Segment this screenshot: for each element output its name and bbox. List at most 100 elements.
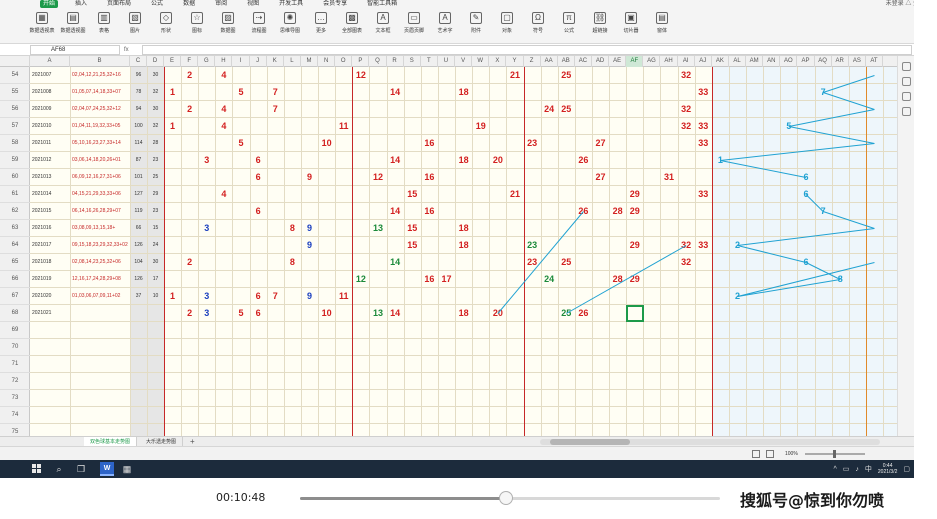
column-header-am[interactable]: AM <box>746 56 764 67</box>
tool-button-20[interactable]: ▤ 窗体 <box>650 10 674 42</box>
tool-button-2[interactable]: ▥ 表格 <box>92 10 116 42</box>
ball-number[interactable]: 5 <box>229 135 252 152</box>
balls-cell[interactable]: 05,10,16,23,27,33+14 <box>72 135 130 152</box>
column-header-p[interactable]: P <box>352 56 370 67</box>
ball-number[interactable]: 26 <box>572 203 595 220</box>
column-header-l[interactable]: L <box>284 56 301 67</box>
ball-number[interactable]: 21 <box>503 67 526 84</box>
ribbon-tab-5[interactable]: 审阅 <box>212 0 230 8</box>
span-cell[interactable]: 23 <box>147 152 164 169</box>
ball-number[interactable]: 8 <box>829 271 852 288</box>
zoom-slider[interactable] <box>805 450 865 458</box>
ball-number[interactable]: 6 <box>794 254 817 271</box>
ball-number[interactable]: 23 <box>521 237 544 254</box>
sum-cell[interactable] <box>130 390 147 407</box>
ball-number[interactable]: 29 <box>623 237 646 254</box>
active-cell-selection[interactable] <box>626 305 645 322</box>
ball-number[interactable]: 33 <box>692 84 715 101</box>
tool-button-11[interactable]: A 文本框 <box>371 10 395 42</box>
ball-number[interactable]: 1 <box>161 288 184 305</box>
ball-number[interactable]: 2 <box>726 237 749 254</box>
ball-number[interactable]: 18 <box>452 237 475 254</box>
ball-number[interactable]: 14 <box>384 84 407 101</box>
column-header-m[interactable]: M <box>301 56 319 67</box>
ball-number[interactable]: 18 <box>452 84 475 101</box>
column-header-ak[interactable]: AK <box>712 56 729 67</box>
ball-number[interactable]: 25 <box>555 101 578 118</box>
ball-number[interactable]: 6 <box>247 203 270 220</box>
ball-number[interactable]: 29 <box>623 186 646 203</box>
ball-number[interactable]: 13 <box>366 220 389 237</box>
span-cell[interactable]: 24 <box>147 237 164 254</box>
column-header-an[interactable]: AN <box>763 56 781 67</box>
row-header[interactable]: 62 <box>0 203 30 220</box>
row-header[interactable]: 63 <box>0 220 30 237</box>
ball-number[interactable]: 20 <box>486 305 509 322</box>
sum-cell[interactable]: 94 <box>130 101 147 118</box>
ball-number[interactable]: 23 <box>521 135 544 152</box>
sum-cell[interactable] <box>130 339 147 356</box>
column-header-n[interactable]: N <box>318 56 336 67</box>
span-cell[interactable]: 29 <box>147 186 164 203</box>
ball-number[interactable]: 6 <box>247 305 270 322</box>
span-cell[interactable]: 28 <box>147 135 164 152</box>
ball-number[interactable]: 17 <box>435 271 458 288</box>
pointer-icon[interactable] <box>902 62 911 71</box>
column-header-at[interactable]: AT <box>866 56 884 67</box>
period-cell[interactable]: 2021021 <box>32 305 70 322</box>
ball-number[interactable]: 1 <box>161 118 184 135</box>
sum-cell[interactable] <box>130 407 147 424</box>
sum-cell[interactable] <box>130 373 147 390</box>
column-header-w[interactable]: W <box>472 56 490 67</box>
column-header-al[interactable]: AL <box>729 56 747 67</box>
zoom-knob[interactable] <box>833 450 836 458</box>
tool-button-1[interactable]: ▤ 数据透视图 <box>61 10 86 42</box>
sum-cell[interactable] <box>130 322 147 339</box>
sum-cell[interactable]: 101 <box>130 169 147 186</box>
sum-cell[interactable]: 66 <box>130 220 147 237</box>
span-cell[interactable]: 25 <box>147 169 164 186</box>
sum-cell[interactable]: 78 <box>130 84 147 101</box>
select-all-corner[interactable] <box>0 56 30 67</box>
tool-button-3[interactable]: ▧ 图片 <box>123 10 147 42</box>
network-icon[interactable]: ▭ <box>843 465 850 473</box>
column-header-z[interactable]: Z <box>524 56 541 67</box>
column-header-ad[interactable]: AD <box>592 56 610 67</box>
page-view-icon[interactable] <box>766 450 774 458</box>
balls-cell[interactable]: 02,04,07,24,25,32+12 <box>72 101 130 118</box>
row-header[interactable]: 59 <box>0 152 30 169</box>
fx-icon[interactable]: fx <box>124 45 129 55</box>
column-header-ai[interactable]: AI <box>678 56 695 67</box>
column-header-g[interactable]: G <box>198 56 216 67</box>
cell-area[interactable]: 2021007 02,04,12,21,25,32+16 96 30 2021008 01… <box>30 67 897 440</box>
ball-number[interactable]: 4 <box>212 186 235 203</box>
ribbon-tab-6[interactable]: 视图 <box>244 0 262 8</box>
column-header-j[interactable]: J <box>250 56 267 67</box>
ball-number[interactable]: 12 <box>366 169 389 186</box>
sum-cell[interactable] <box>130 356 147 373</box>
span-cell[interactable]: 30 <box>147 101 164 118</box>
sum-cell[interactable]: 127 <box>130 186 147 203</box>
balls-cell[interactable]: 01,03,06,07,09,11+02 <box>72 288 130 305</box>
period-cell[interactable]: 2021017 <box>32 237 70 254</box>
sum-cell[interactable]: 114 <box>130 135 147 152</box>
row-header[interactable]: 74 <box>0 407 30 424</box>
row-header[interactable]: 56 <box>0 101 30 118</box>
ball-number[interactable]: 27 <box>589 169 612 186</box>
tool-button-6[interactable]: ▨ 数据图 <box>216 10 240 42</box>
ball-number[interactable]: 2 <box>178 67 201 84</box>
column-header-ae[interactable]: AE <box>609 56 627 67</box>
span-cell[interactable] <box>147 390 164 407</box>
period-cell[interactable]: 2021011 <box>32 135 70 152</box>
ball-number[interactable]: 6 <box>247 152 270 169</box>
balls-cell[interactable] <box>72 356 130 373</box>
ball-number[interactable]: 20 <box>486 152 509 169</box>
ball-number[interactable]: 11 <box>332 288 355 305</box>
ball-number[interactable]: 4 <box>212 67 235 84</box>
ball-number[interactable]: 8 <box>281 254 304 271</box>
period-cell[interactable] <box>32 390 70 407</box>
name-box[interactable]: AF68 <box>30 45 120 55</box>
ribbon-tab-2[interactable]: 页面布局 <box>104 0 134 8</box>
column-header-ao[interactable]: AO <box>780 56 798 67</box>
column-header-a[interactable]: A <box>30 56 70 67</box>
